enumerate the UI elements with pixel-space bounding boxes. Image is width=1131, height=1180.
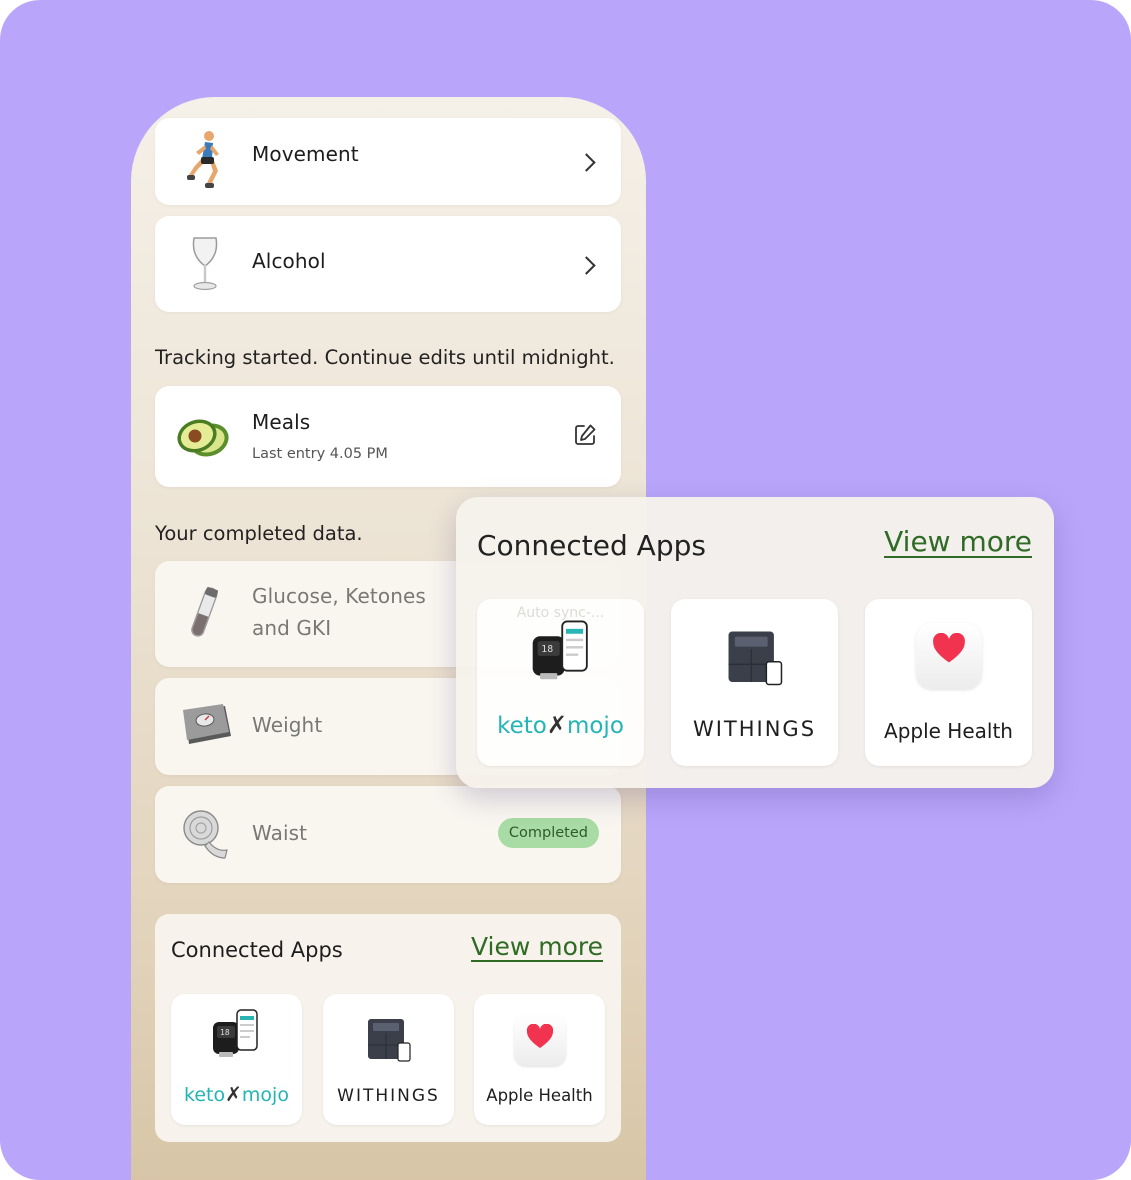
withings-scale-icon — [728, 631, 783, 686]
apple-health-label: Apple Health — [486, 1086, 593, 1105]
withings-scale-icon — [368, 1019, 411, 1062]
chevron-right-icon[interactable] — [577, 256, 596, 275]
weight-label: Weight — [252, 713, 323, 737]
background-canvas: Movement Alcohol Tracking started. Conti… — [0, 0, 1131, 1180]
overlay-view-more-link[interactable]: View more — [884, 527, 1032, 559]
runner-icon — [187, 131, 219, 188]
waist-row[interactable]: Waist Completed — [155, 786, 621, 883]
keto-mojo-device-icon: 18 — [213, 1009, 258, 1057]
wine-glass-icon — [192, 237, 218, 291]
keto-mojo-device-icon: 18 — [532, 620, 588, 680]
heart-icon — [526, 1024, 554, 1048]
keto-mojo-logo: keto✗mojo — [184, 1082, 289, 1106]
completed-badge: Completed — [497, 818, 599, 848]
test-tube-icon — [191, 587, 218, 637]
waist-label: Waist — [252, 821, 308, 845]
withings-tile[interactable]: WITHINGS — [323, 994, 454, 1125]
overlay-withings-label: WITHINGS — [692, 717, 817, 741]
tracking-note: Tracking started. Continue edits until m… — [155, 346, 615, 369]
overlay-withings-tile[interactable]: WITHINGS — [671, 599, 838, 766]
overlay-connected-apps-title: Connected Apps — [477, 529, 706, 562]
svg-text:18: 18 — [220, 1028, 230, 1037]
meals-row[interactable]: Meals Last entry 4.05 PM — [155, 386, 621, 487]
alcohol-label: Alcohol — [252, 249, 326, 273]
connected-apps-title: Connected Apps — [171, 938, 343, 962]
apple-health-app-icon — [514, 1014, 566, 1066]
glucose-label-line2: and GKI — [252, 616, 332, 640]
alcohol-row[interactable]: Alcohol — [155, 216, 621, 312]
meals-last-entry: Last entry 4.05 PM — [252, 446, 388, 462]
overlay-keto-mojo-tile[interactable]: Auto sync-... 18 keto✗mojo — [477, 599, 644, 766]
connected-apps-card: Connected Apps View more 18 keto✗mojo WI… — [155, 914, 621, 1142]
edit-icon[interactable] — [573, 423, 597, 447]
movement-row[interactable]: Movement — [155, 118, 621, 205]
glucose-label-line1: Glucose, Ketones — [252, 584, 426, 608]
avocado-icon — [177, 419, 229, 457]
connected-apps-overlay: Connected Apps View more Auto sync-... 1… — [456, 497, 1054, 788]
withings-label: WITHINGS — [337, 1086, 440, 1106]
overlay-apple-health-app-icon — [916, 623, 982, 689]
overlay-keto-mojo-logo: keto✗mojo — [497, 711, 624, 739]
tape-measure-icon — [183, 810, 228, 859]
scale-icon — [183, 704, 231, 744]
apple-health-tile[interactable]: Apple Health — [474, 994, 605, 1125]
overlay-apple-health-tile[interactable]: Apple Health — [865, 599, 1032, 766]
movement-label: Movement — [252, 142, 359, 166]
chevron-right-icon[interactable] — [577, 153, 596, 172]
svg-text:18: 18 — [541, 644, 553, 655]
overlay-apple-health-label: Apple Health — [884, 719, 1013, 743]
view-more-link[interactable]: View more — [470, 933, 603, 963]
completed-note: Your completed data. — [155, 522, 363, 545]
meals-label: Meals — [252, 410, 311, 434]
keto-mojo-tile[interactable]: 18 keto✗mojo — [171, 994, 302, 1125]
heart-icon — [933, 633, 965, 663]
